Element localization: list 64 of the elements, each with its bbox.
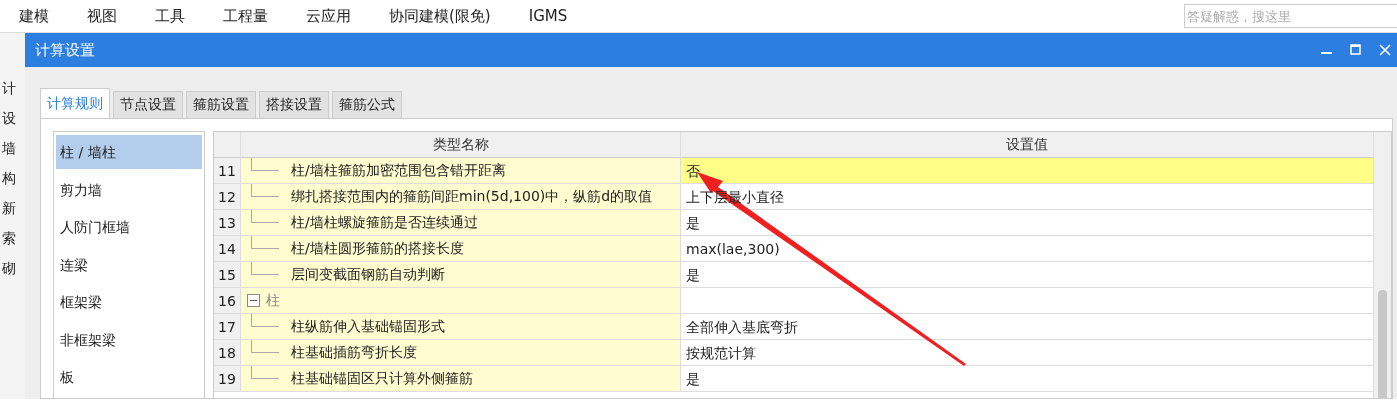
panel-text: 计: [2, 79, 17, 98]
panel-text: 砌: [2, 259, 17, 278]
category-item[interactable]: 柱 / 墙柱: [56, 135, 202, 169]
search-field[interactable]: 答疑解惑，搜这里: [1184, 4, 1397, 28]
menu-item[interactable]: 工具: [136, 6, 204, 26]
row-number: 14: [214, 236, 241, 262]
row-number: 12: [214, 184, 241, 210]
tree-line: [251, 314, 279, 327]
tab[interactable]: 搭接设置: [259, 91, 329, 118]
setting-name: 柱基础锚固区只计算外侧箍筋: [291, 369, 473, 388]
tab[interactable]: 计算规则: [40, 88, 110, 118]
value-cell[interactable]: 否: [681, 158, 1373, 184]
tree-line: [251, 184, 279, 197]
setting-name: 柱纵筋伸入基础锚固形式: [291, 317, 445, 336]
category-item[interactable]: 连梁: [56, 247, 202, 282]
tab[interactable]: 箍筋设置: [186, 91, 256, 118]
category-item[interactable]: 剪力墙: [56, 172, 202, 207]
setting-name: 层间变截面钢筋自动判断: [291, 265, 445, 284]
dialog-title: 计算设置: [35, 40, 95, 60]
setting-name: 柱/墙柱圆形箍筋的搭接长度: [291, 239, 464, 258]
panel-text: 索: [2, 229, 17, 248]
row-number: 15: [214, 262, 241, 288]
setting-name: 绑扎搭接范围内的箍筋间距min(5d,100)中，纵筋d的取值: [291, 187, 653, 206]
scrollbar[interactable]: [1373, 132, 1391, 398]
setting-name: 柱/墙柱螺旋箍筋是否连续通过: [291, 213, 478, 232]
menu-item[interactable]: 建模: [0, 6, 68, 26]
close-icon[interactable]: [1379, 44, 1391, 56]
panel-text: 新: [2, 199, 17, 218]
setting-name: 柱基础插筋弯折长度: [291, 343, 417, 362]
row-number: 11: [214, 158, 241, 184]
tree-line: [251, 158, 279, 171]
column-header: 设置值: [681, 132, 1373, 158]
value-cell[interactable]: 是: [681, 366, 1373, 392]
setting-name: 柱/墙柱箍筋加密范围包含错开距离: [291, 161, 506, 180]
row-number: 17: [214, 314, 241, 340]
panel-text: 设: [2, 109, 17, 128]
category-item[interactable]: 非框架梁: [56, 322, 202, 357]
column-header: 类型名称: [241, 132, 681, 158]
tree-line: [251, 340, 279, 353]
scrollbar-thumb[interactable]: [1378, 290, 1387, 398]
category-item[interactable]: 板: [56, 360, 202, 394]
tree-line: [251, 210, 279, 223]
menu-item[interactable]: IGMS: [509, 7, 587, 25]
maximize-icon[interactable]: [1350, 44, 1361, 55]
row-number: 13: [214, 210, 241, 236]
panel-text: 墙: [2, 139, 17, 158]
row-number: 16: [214, 288, 241, 314]
tree-line: [251, 262, 279, 275]
menu-item[interactable]: 云应用: [287, 6, 370, 26]
row-number: 19: [214, 366, 241, 392]
header-corner: [214, 132, 241, 158]
panel-text: 构: [2, 169, 17, 188]
row-number: 18: [214, 340, 241, 366]
tree-line: [251, 236, 279, 249]
category-item[interactable]: 人防门框墙: [56, 210, 202, 244]
tab[interactable]: 箍筋公式: [332, 91, 402, 118]
menu-item[interactable]: 协同建模(限免): [370, 6, 510, 26]
tab[interactable]: 节点设置: [113, 91, 183, 118]
menu-item[interactable]: 视图: [68, 6, 136, 26]
tree-line: [251, 366, 279, 379]
category-item[interactable]: 框架梁: [56, 285, 202, 319]
menu-item[interactable]: 工程量: [204, 6, 287, 26]
group-name: 柱: [266, 291, 280, 310]
collapse-icon[interactable]: [247, 294, 260, 307]
